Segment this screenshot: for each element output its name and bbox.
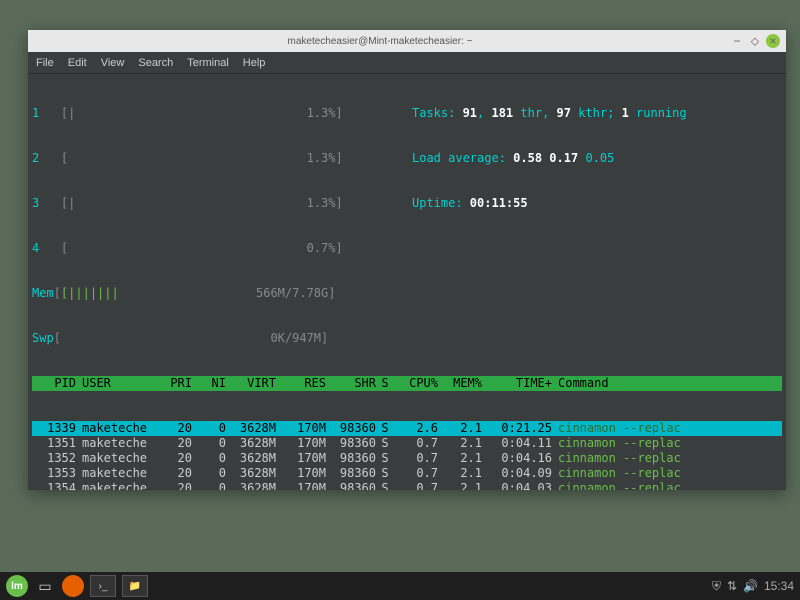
menu-file[interactable]: File <box>36 57 54 69</box>
col-time[interactable]: TIME+ <box>482 376 552 391</box>
col-virt[interactable]: VIRT <box>226 376 276 391</box>
menu-terminal[interactable]: Terminal <box>187 57 229 69</box>
table-row[interactable]: 1353maketeche2003628M170M98360S0.72.10:0… <box>32 466 782 481</box>
maximize-button[interactable]: ⬦ <box>748 34 762 48</box>
titlebar[interactable]: maketecheasier@Mint-maketecheasier: ~ − … <box>28 30 786 52</box>
col-res[interactable]: RES <box>276 376 326 391</box>
menubar: File Edit View Search Terminal Help <box>28 52 786 74</box>
mem-row: Mem[[||||||| 566M/7.78G] <box>32 286 782 301</box>
menu-search[interactable]: Search <box>138 57 173 69</box>
cpu-row-4: 4 [ 0.7%] <box>32 241 782 256</box>
cpu-row-2: 2 [ 1.3%]Load average: 0.58 0.17 0.05 <box>32 151 782 166</box>
menu-edit[interactable]: Edit <box>68 57 87 69</box>
close-button[interactable]: × <box>766 34 780 48</box>
col-pid[interactable]: PID <box>32 376 76 391</box>
menu-help[interactable]: Help <box>243 57 266 69</box>
tray-network-icon[interactable]: ⇅ <box>727 579 737 593</box>
start-menu-icon[interactable]: lm <box>6 575 28 597</box>
col-cmd[interactable]: Command <box>552 376 782 391</box>
table-row[interactable]: 1354maketeche2003628M170M98360S0.72.10:0… <box>32 481 782 490</box>
col-cpu[interactable]: CPU% <box>394 376 438 391</box>
swp-row: Swp[ 0K/947M] <box>32 331 782 346</box>
cpu-row-1: 1 [| 1.3%]Tasks: 91, 181 thr, 97 kthr; 1… <box>32 106 782 121</box>
col-mem[interactable]: MEM% <box>438 376 482 391</box>
terminal-content[interactable]: 1 [| 1.3%]Tasks: 91, 181 thr, 97 kthr; 1… <box>28 74 786 490</box>
terminal-window: maketecheasier@Mint-maketecheasier: ~ − … <box>28 30 786 490</box>
table-row[interactable]: 1339maketeche2003628M170M98360S2.62.10:2… <box>32 421 782 436</box>
process-list: 1339maketeche2003628M170M98360S2.62.10:2… <box>32 421 782 490</box>
col-s[interactable]: S <box>376 376 394 391</box>
table-header: PID USER PRI NI VIRT RES SHR S CPU% MEM%… <box>32 376 782 391</box>
col-user[interactable]: USER <box>76 376 156 391</box>
cpu-row-3: 3 [| 1.3%]Uptime: 00:11:55 <box>32 196 782 211</box>
tray-volume-icon[interactable]: 🔊 <box>743 579 758 593</box>
files-taskbar-icon[interactable]: 📁 <box>122 575 148 597</box>
firefox-icon[interactable] <box>62 575 84 597</box>
table-row[interactable]: 1352maketeche2003628M170M98360S0.72.10:0… <box>32 451 782 466</box>
col-shr[interactable]: SHR <box>326 376 376 391</box>
show-desktop-icon[interactable]: ▭ <box>34 575 56 597</box>
table-row[interactable]: 1351maketeche2003628M170M98360S0.72.10:0… <box>32 436 782 451</box>
minimize-button[interactable]: − <box>730 34 744 48</box>
col-pri[interactable]: PRI <box>156 376 192 391</box>
taskbar[interactable]: lm ▭ ›_ 📁 ⛨ ⇅ 🔊 15:34 <box>0 572 800 600</box>
menu-view[interactable]: View <box>101 57 125 69</box>
col-ni[interactable]: NI <box>192 376 226 391</box>
terminal-taskbar-icon[interactable]: ›_ <box>90 575 116 597</box>
tray-shield-icon[interactable]: ⛨ <box>712 579 721 594</box>
tray-clock[interactable]: 15:34 <box>764 579 794 593</box>
window-title: maketecheasier@Mint-maketecheasier: ~ <box>34 36 726 47</box>
